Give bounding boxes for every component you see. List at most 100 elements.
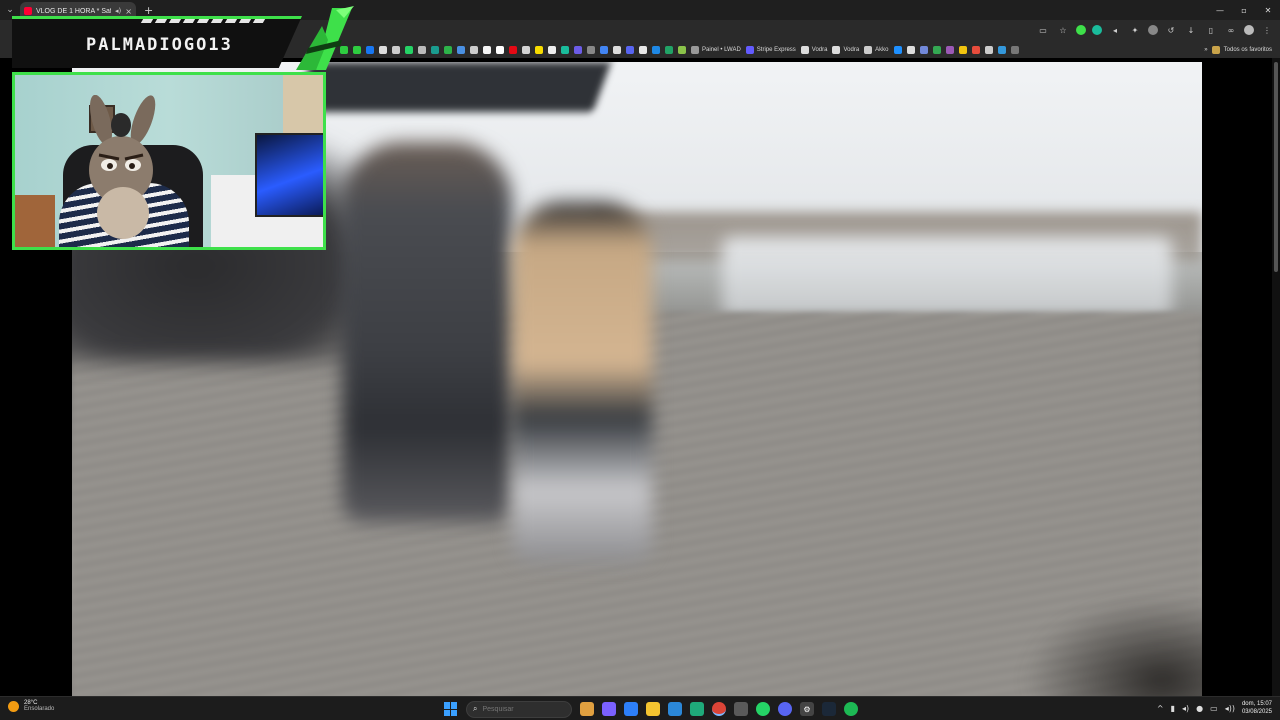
taskbar-search[interactable]: ⌕ [466, 700, 572, 718]
bookmark-item[interactable] [405, 46, 413, 54]
bookmark-item[interactable] [639, 46, 647, 54]
avatar-icon[interactable] [1244, 25, 1254, 35]
bookmark-item[interactable] [574, 46, 582, 54]
bookmark-item[interactable] [997, 46, 1006, 54]
menu-icon[interactable]: ⋮ [1260, 23, 1274, 37]
bookmark-item[interactable]: Akko [864, 46, 889, 54]
settings-app-icon[interactable]: ⚙ [800, 702, 814, 716]
webcam-frame [12, 72, 326, 250]
bookmark-item[interactable] [600, 46, 608, 54]
bookmark-item[interactable] [613, 46, 621, 54]
bookmark-item[interactable] [906, 46, 915, 54]
bookmark-item[interactable] [444, 46, 452, 54]
bookmark-item[interactable] [418, 46, 426, 54]
bookmark-item[interactable] [971, 46, 980, 54]
edge-app-icon[interactable] [690, 702, 704, 716]
page-scrollbar[interactable] [1272, 58, 1280, 696]
sidepanel-icon[interactable]: ▯ [1204, 23, 1218, 37]
bookmark-item[interactable] [548, 46, 556, 54]
bookmark-item[interactable] [392, 46, 400, 54]
writer-app-icon[interactable] [668, 702, 682, 716]
microphone-icon[interactable]: ● [1196, 704, 1203, 713]
bookmark-item[interactable] [652, 46, 660, 54]
history-icon[interactable]: ↺ [1164, 23, 1178, 37]
discord-app-icon[interactable] [778, 702, 792, 716]
bookmark-item[interactable] [958, 46, 967, 54]
bookmark-favicon-icon [864, 46, 873, 54]
bookmark-item[interactable] [535, 46, 543, 54]
store-app-icon[interactable] [624, 702, 638, 716]
bookmarks-overflow-button[interactable]: » [1204, 47, 1207, 53]
speaker-tray-icon[interactable]: ◂)) [1225, 704, 1235, 713]
bookmark-item[interactable] [932, 46, 941, 54]
bookmark-item[interactable] [431, 46, 439, 54]
bookmark-item[interactable] [522, 46, 530, 54]
copilot-app-icon[interactable] [602, 702, 616, 716]
bookmark-item[interactable] [483, 46, 491, 54]
bookmark-item[interactable] [1010, 46, 1019, 54]
bookmark-favicon-icon [574, 46, 582, 54]
bookmark-item[interactable] [893, 46, 902, 54]
bookmark-item[interactable] [379, 46, 387, 54]
clock[interactable]: dom, 15:07 03/08/2025 [1242, 700, 1272, 716]
bookmark-item[interactable] [919, 46, 928, 54]
close-window-button[interactable]: ✕ [1256, 0, 1280, 20]
spotify-app-icon[interactable] [844, 702, 858, 716]
puzzle-icon[interactable]: ✦ [1128, 23, 1142, 37]
restore-button[interactable]: ▫ [1232, 0, 1256, 20]
explorer-app-icon[interactable] [646, 702, 660, 716]
bookmark-favicon-icon [639, 46, 647, 54]
bookmark-item[interactable]: Painel • LWAD [691, 46, 741, 54]
speaker-icon[interactable]: ◂) [115, 7, 121, 15]
battery-icon[interactable]: ▮ [1171, 704, 1175, 713]
audio-icon[interactable]: ◂ [1108, 23, 1122, 37]
new-tab-button[interactable]: + [144, 4, 153, 17]
bookmark-item[interactable] [353, 46, 361, 54]
bookmark-item[interactable] [587, 46, 595, 54]
bookmark-favicon-icon [366, 46, 374, 54]
bookmark-item[interactable] [470, 46, 478, 54]
star-icon[interactable]: ☆ [1056, 23, 1070, 37]
steam-app-icon[interactable] [822, 702, 836, 716]
search-input[interactable] [482, 705, 543, 713]
tab-close-button[interactable]: × [125, 7, 132, 16]
clock-date: 03/08/2025 [1241, 709, 1272, 715]
extension-green-icon[interactable] [1076, 25, 1086, 35]
all-bookmarks-button[interactable]: Todos os favoritos [1224, 47, 1272, 53]
widgets-app-icon[interactable] [580, 702, 594, 716]
minimize-button[interactable]: — [1208, 0, 1232, 20]
bookmark-item[interactable] [945, 46, 954, 54]
bookmark-item[interactable] [496, 46, 504, 54]
bookmark-item[interactable] [509, 46, 517, 54]
bookmark-item[interactable] [665, 46, 673, 54]
whatsapp-app-icon[interactable] [756, 702, 770, 716]
bookmark-item[interactable]: Vodra [800, 46, 827, 54]
profile-icon[interactable] [1148, 25, 1158, 35]
chrome-app-icon[interactable] [712, 702, 726, 716]
tab-title: VLOG DE 1 HORA * Safari [36, 7, 112, 15]
bookmark-item[interactable] [984, 46, 993, 54]
mail-app-icon[interactable] [734, 702, 748, 716]
sun-icon [8, 700, 19, 712]
weather-widget[interactable]: 28°C Ensolarado [8, 700, 54, 712]
bookmark-item[interactable] [457, 46, 465, 54]
link-icon[interactable]: ∞ [1224, 23, 1238, 37]
stream-overlay: PALMADIOGO13 [10, 6, 354, 250]
bookmark-favicon-icon [509, 46, 517, 54]
bookmark-item[interactable] [626, 46, 634, 54]
bookmark-item[interactable] [678, 46, 686, 54]
start-button[interactable] [444, 702, 458, 716]
bookmark-item[interactable]: Vodra [832, 46, 859, 54]
download-icon[interactable]: ↓ [1184, 23, 1198, 37]
extension-teal-icon[interactable] [1092, 25, 1102, 35]
volume-icon[interactable]: ◂) [1182, 704, 1189, 713]
chevron-up-icon[interactable]: ^ [1157, 704, 1164, 713]
bookmark-item[interactable]: Stripe Express [745, 46, 796, 54]
bookmark-label: Akko [875, 47, 889, 53]
bookmark-favicon-icon [945, 46, 954, 54]
scrollbar-thumb[interactable] [1274, 62, 1278, 272]
bookmark-item[interactable] [366, 46, 374, 54]
cast-icon[interactable]: ▭ [1036, 23, 1050, 37]
bookmark-item[interactable] [561, 46, 569, 54]
network-icon[interactable]: ▭ [1210, 704, 1218, 713]
